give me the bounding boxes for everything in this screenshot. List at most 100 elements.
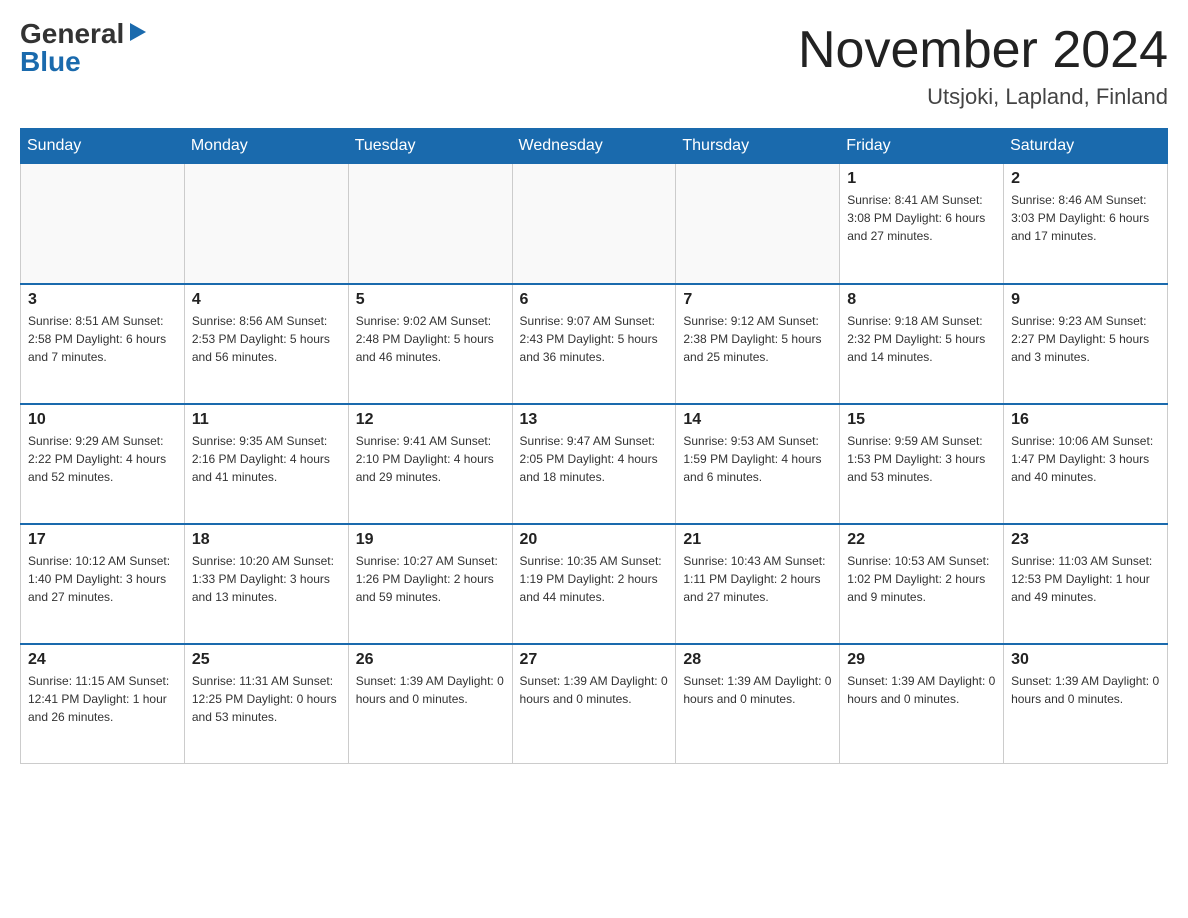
day-info: Sunrise: 11:31 AM Sunset: 12:25 PM Dayli…	[192, 672, 341, 726]
calendar-table: Sunday Monday Tuesday Wednesday Thursday…	[20, 128, 1168, 764]
col-wednesday: Wednesday	[512, 129, 676, 164]
day-number: 8	[847, 291, 996, 309]
table-row: 21 Sunrise: 10:43 AM Sunset: 1:11 PM Dayl…	[676, 524, 840, 644]
day-info: Sunrise: 8:56 AM Sunset: 2:53 PM Dayligh…	[192, 312, 341, 366]
day-number: 27	[520, 651, 669, 669]
day-number: 1	[847, 170, 996, 188]
day-info: Sunrise: 9:12 AM Sunset: 2:38 PM Dayligh…	[683, 312, 832, 366]
day-number: 20	[520, 531, 669, 549]
day-number: 21	[683, 531, 832, 549]
col-tuesday: Tuesday	[348, 129, 512, 164]
table-row	[184, 164, 348, 284]
day-info: Sunrise: 9:53 AM Sunset: 1:59 PM Dayligh…	[683, 432, 832, 486]
day-info: Sunset: 1:39 AM Daylight: 0 hours and 0 …	[1011, 672, 1160, 708]
day-number: 23	[1011, 531, 1160, 549]
day-number: 22	[847, 531, 996, 549]
table-row: 22 Sunrise: 10:53 AM Sunset: 1:02 PM Dayl…	[840, 524, 1004, 644]
day-info: Sunrise: 9:41 AM Sunset: 2:10 PM Dayligh…	[356, 432, 505, 486]
page-header: General Blue November 2024 Utsjoki, Lapl…	[20, 20, 1168, 110]
col-thursday: Thursday	[676, 129, 840, 164]
day-number: 6	[520, 291, 669, 309]
day-info: Sunset: 1:39 AM Daylight: 0 hours and 0 …	[847, 672, 996, 708]
day-info: Sunrise: 9:47 AM Sunset: 2:05 PM Dayligh…	[520, 432, 669, 486]
day-number: 7	[683, 291, 832, 309]
table-row: 1Sunrise: 8:41 AM Sunset: 3:08 PM Daylig…	[840, 164, 1004, 284]
table-row: 4 Sunrise: 8:56 AM Sunset: 2:53 PM Daylig…	[184, 284, 348, 404]
day-info: Sunset: 1:39 AM Daylight: 0 hours and 0 …	[683, 672, 832, 708]
day-info: Sunrise: 9:18 AM Sunset: 2:32 PM Dayligh…	[847, 312, 996, 366]
day-info: Sunrise: 10:53 AM Sunset: 1:02 PM Daylig…	[847, 552, 996, 606]
day-info: Sunrise: 8:46 AM Sunset: 3:03 PM Dayligh…	[1011, 191, 1160, 245]
table-row: 6 Sunrise: 9:07 AM Sunset: 2:43 PM Daylig…	[512, 284, 676, 404]
day-info: Sunrise: 11:03 AM Sunset: 12:53 PM Dayli…	[1011, 552, 1160, 606]
day-info: Sunrise: 9:23 AM Sunset: 2:27 PM Dayligh…	[1011, 312, 1160, 366]
day-number: 16	[1011, 411, 1160, 429]
day-info: Sunrise: 8:51 AM Sunset: 2:58 PM Dayligh…	[28, 312, 177, 366]
title-area: November 2024 Utsjoki, Lapland, Finland	[798, 20, 1168, 110]
day-number: 12	[356, 411, 505, 429]
table-row: 30 Sunset: 1:39 AM Daylight: 0 hours and …	[1004, 644, 1168, 764]
day-info: Sunrise: 11:15 AM Sunset: 12:41 PM Dayli…	[28, 672, 177, 726]
day-number: 4	[192, 291, 341, 309]
day-info: Sunrise: 9:35 AM Sunset: 2:16 PM Dayligh…	[192, 432, 341, 486]
day-number: 24	[28, 651, 177, 669]
col-monday: Monday	[184, 129, 348, 164]
day-info: Sunset: 1:39 AM Daylight: 0 hours and 0 …	[520, 672, 669, 708]
table-row: 3 Sunrise: 8:51 AM Sunset: 2:58 PM Daylig…	[21, 284, 185, 404]
col-saturday: Saturday	[1004, 129, 1168, 164]
day-info: Sunrise: 9:07 AM Sunset: 2:43 PM Dayligh…	[520, 312, 669, 366]
table-row: 14 Sunrise: 9:53 AM Sunset: 1:59 PM Dayli…	[676, 404, 840, 524]
col-friday: Friday	[840, 129, 1004, 164]
day-number: 28	[683, 651, 832, 669]
table-row: 11Sunrise: 9:35 AM Sunset: 2:16 PM Dayli…	[184, 404, 348, 524]
logo: General Blue	[20, 20, 148, 76]
calendar-week-row: 3 Sunrise: 8:51 AM Sunset: 2:58 PM Daylig…	[21, 284, 1168, 404]
day-number: 13	[520, 411, 669, 429]
day-number: 30	[1011, 651, 1160, 669]
day-number: 19	[356, 531, 505, 549]
month-title: November 2024	[798, 20, 1168, 80]
day-info: Sunrise: 9:59 AM Sunset: 1:53 PM Dayligh…	[847, 432, 996, 486]
table-row: 15 Sunrise: 9:59 AM Sunset: 1:53 PM Dayli…	[840, 404, 1004, 524]
table-row: 27 Sunset: 1:39 AM Daylight: 0 hours and …	[512, 644, 676, 764]
day-number: 17	[28, 531, 177, 549]
table-row: 8 Sunrise: 9:18 AM Sunset: 2:32 PM Daylig…	[840, 284, 1004, 404]
col-sunday: Sunday	[21, 129, 185, 164]
day-number: 5	[356, 291, 505, 309]
day-number: 9	[1011, 291, 1160, 309]
day-info: Sunrise: 9:29 AM Sunset: 2:22 PM Dayligh…	[28, 432, 177, 486]
day-info: Sunrise: 9:02 AM Sunset: 2:48 PM Dayligh…	[356, 312, 505, 366]
day-number: 29	[847, 651, 996, 669]
table-row: 28 Sunset: 1:39 AM Daylight: 0 hours and …	[676, 644, 840, 764]
logo-flag-icon	[126, 21, 148, 43]
day-number: 18	[192, 531, 341, 549]
day-info: Sunrise: 10:20 AM Sunset: 1:33 PM Daylig…	[192, 552, 341, 606]
day-info: Sunrise: 10:06 AM Sunset: 1:47 PM Daylig…	[1011, 432, 1160, 486]
table-row: 18 Sunrise: 10:20 AM Sunset: 1:33 PM Dayl…	[184, 524, 348, 644]
day-info: Sunrise: 10:27 AM Sunset: 1:26 PM Daylig…	[356, 552, 505, 606]
table-row: 17 Sunrise: 10:12 AM Sunset: 1:40 PM Dayl…	[21, 524, 185, 644]
day-info: Sunrise: 10:43 AM Sunset: 1:11 PM Daylig…	[683, 552, 832, 606]
table-row	[21, 164, 185, 284]
table-row: 16 Sunrise: 10:06 AM Sunset: 1:47 PM Dayl…	[1004, 404, 1168, 524]
day-number: 10	[28, 411, 177, 429]
table-row: 5 Sunrise: 9:02 AM Sunset: 2:48 PM Daylig…	[348, 284, 512, 404]
calendar-header-row: Sunday Monday Tuesday Wednesday Thursday…	[21, 129, 1168, 164]
calendar-week-row: 24 Sunrise: 11:15 AM Sunset: 12:41 PM Day…	[21, 644, 1168, 764]
table-row: 23 Sunrise: 11:03 AM Sunset: 12:53 PM Day…	[1004, 524, 1168, 644]
day-number: 15	[847, 411, 996, 429]
day-number: 3	[28, 291, 177, 309]
logo-blue-text: Blue	[20, 46, 81, 77]
day-number: 14	[683, 411, 832, 429]
table-row: 26Sunset: 1:39 AM Daylight: 0 hours and …	[348, 644, 512, 764]
calendar-week-row: 17 Sunrise: 10:12 AM Sunset: 1:40 PM Dayl…	[21, 524, 1168, 644]
day-number: 25	[192, 651, 341, 669]
table-row	[676, 164, 840, 284]
table-row: 20Sunrise: 10:35 AM Sunset: 1:19 PM Dayl…	[512, 524, 676, 644]
day-number: 26	[356, 651, 505, 669]
logo-general-text: General	[20, 20, 124, 48]
table-row: 10 Sunrise: 9:29 AM Sunset: 2:22 PM Dayli…	[21, 404, 185, 524]
day-number: 2	[1011, 170, 1160, 188]
day-info: Sunrise: 10:12 AM Sunset: 1:40 PM Daylig…	[28, 552, 177, 606]
calendar-week-row: 10 Sunrise: 9:29 AM Sunset: 2:22 PM Dayli…	[21, 404, 1168, 524]
